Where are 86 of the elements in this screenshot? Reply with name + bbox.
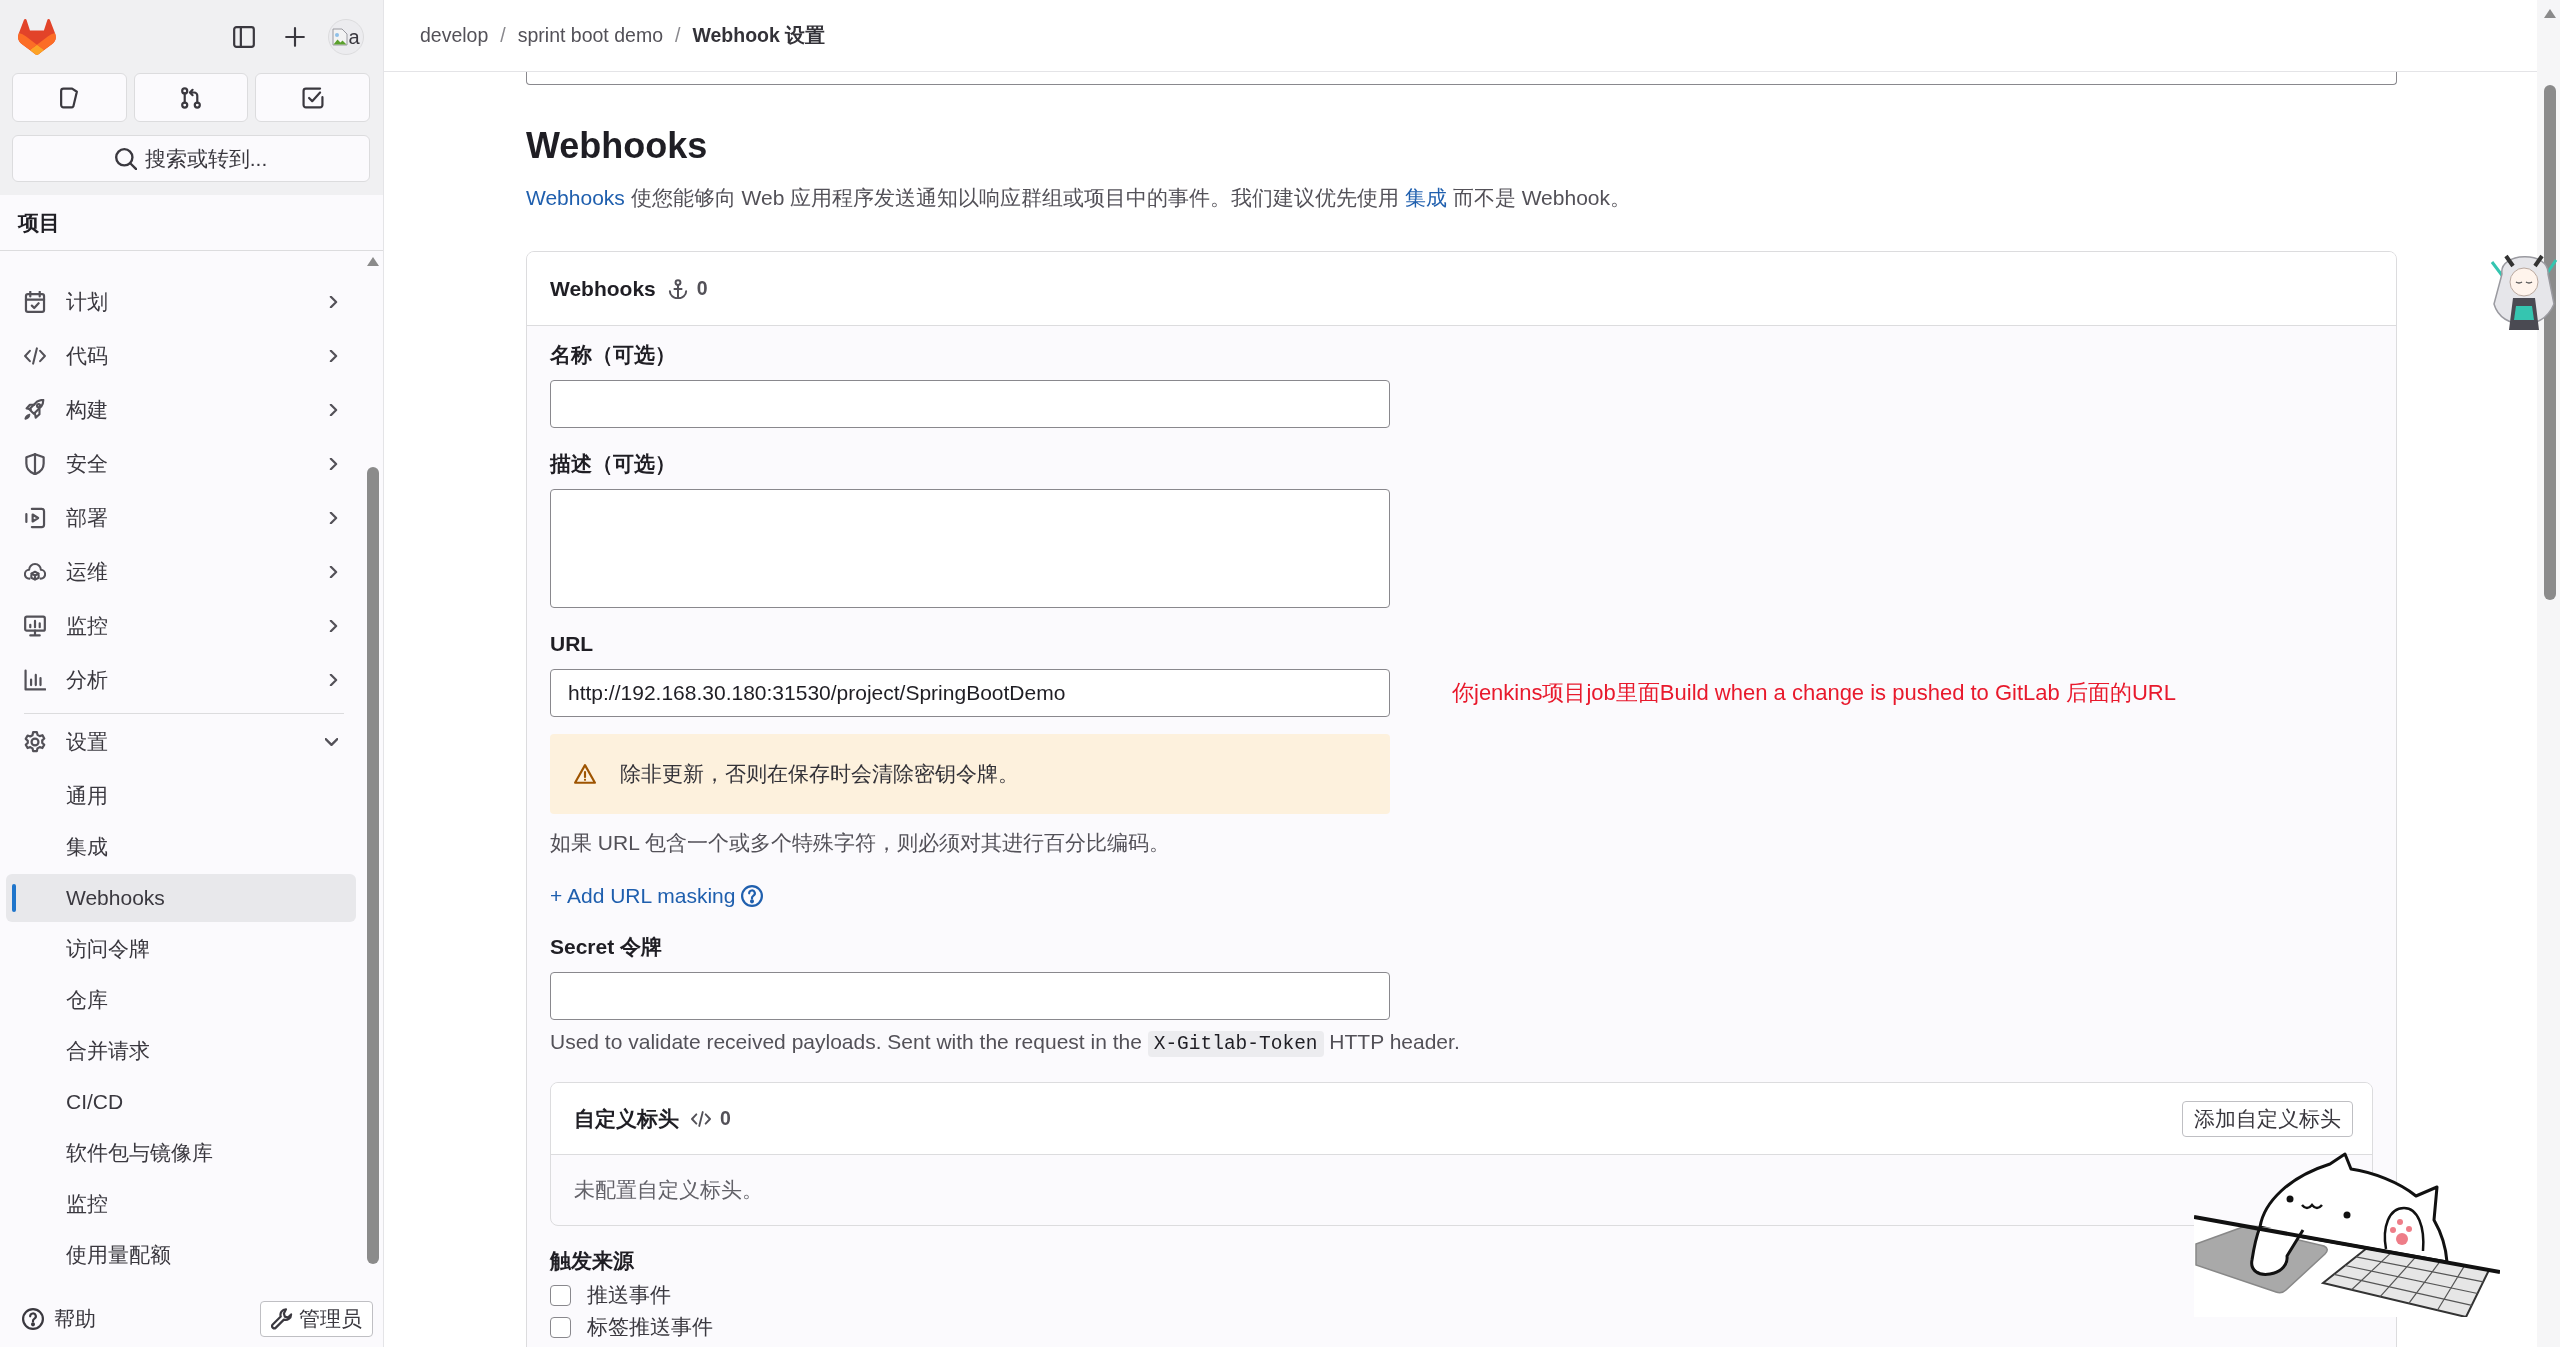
scroll-up-arrow-icon[interactable]: [2544, 9, 2556, 18]
breadcrumb-link[interactable]: develop: [420, 24, 489, 47]
section-label: 触发来源: [550, 1248, 635, 1274]
panel-icon: [233, 26, 255, 48]
nav-item[interactable]: 监控: [6, 599, 356, 653]
breadcrumb-link[interactable]: sprint boot demo: [517, 24, 663, 47]
checkbox-label: 推送事件: [587, 1282, 671, 1308]
bar-chart-icon: [24, 669, 46, 691]
alert-text: 除非更新，否则在保存时会清除密钥令牌。: [620, 761, 1019, 787]
panel-title: 自定义标头: [574, 1105, 679, 1132]
document-icon: [58, 86, 81, 109]
checkbox-label: 标签推送事件: [587, 1314, 713, 1340]
scroll-up-arrow-icon[interactable]: [367, 257, 379, 266]
nav-item[interactable]: 安全: [6, 437, 356, 491]
section-heading: 项目: [0, 195, 383, 251]
nav-item[interactable]: 运维: [6, 545, 356, 599]
issues-button[interactable]: [12, 73, 127, 122]
nav-item[interactable]: 构建: [6, 383, 356, 437]
nav-subitem[interactable]: 通用: [6, 772, 356, 820]
calendar-icon: [24, 291, 46, 313]
help-icon: [741, 885, 764, 907]
breadcrumb-separator: /: [500, 24, 506, 47]
code-icon: [691, 1108, 711, 1129]
card-title: Webhooks: [550, 276, 656, 301]
name-input[interactable]: [550, 380, 1390, 428]
help-icon: [22, 1307, 44, 1330]
secret-input[interactable]: [550, 972, 1390, 1020]
field-label: 名称（可选）: [550, 342, 677, 368]
url-hint-text: 如果 URL 包含一个或多个特殊字符，则必须对其进行百分比编码。: [550, 830, 1171, 856]
anchor-icon: [667, 278, 688, 299]
nav-subitem[interactable]: Webhooks: [6, 874, 356, 922]
settings-icon: [24, 731, 46, 753]
checkbox[interactable]: [550, 1284, 571, 1306]
secret-hint-text: Used to validate received payloads. Sent with the request in the X-Gitlab-Token HTTP header.: [550, 1029, 1461, 1059]
logo-icon[interactable]: [18, 19, 56, 55]
shield-icon: [24, 453, 46, 475]
cloud-icon: [24, 561, 46, 583]
nav-item[interactable]: 部署: [6, 491, 356, 545]
add-custom-header-button[interactable]: 添加自定义标头: [2182, 1100, 2353, 1137]
nav-item[interactable]: 代码: [6, 329, 356, 383]
page-title: Webhooks: [526, 124, 709, 168]
nav-subitem[interactable]: 监控: [6, 1180, 356, 1228]
intro-text: Webhooks 使您能够向 Web 应用程序发送通知以响应群组或项目中的事件。我们建议优先使用 集成 而不是 Webhook。: [526, 185, 1632, 211]
deploy-icon: [24, 507, 46, 529]
breadcrumb-current: Webhook 设置: [692, 23, 826, 48]
admin-button[interactable]: 管理员: [260, 1300, 373, 1337]
search-icon: [114, 147, 137, 170]
annotation-text: 你jenkins项目job里面Build when a change is pushed to GitLab 后面的URL: [1452, 679, 2176, 707]
header-count: 0: [720, 1107, 731, 1130]
plus-icon: [285, 27, 305, 47]
nav-item[interactable]: 分析: [6, 653, 356, 707]
empty-state-text: 未配置自定义标头。: [574, 1177, 763, 1203]
url-input[interactable]: http://192.168.30.180:31530/project/SpringBootDemo: [550, 669, 1390, 717]
add-url-masking-link[interactable]: + Add URL masking: [550, 881, 764, 911]
nav-subitem[interactable]: 合并请求: [6, 1027, 356, 1075]
field-label: 描述（可选）: [550, 451, 677, 477]
inline-link[interactable]: 集成: [1405, 186, 1447, 209]
nav-subitem[interactable]: 集成: [6, 823, 356, 871]
checkbox[interactable]: [550, 1316, 571, 1338]
webhook-count: 0: [696, 277, 708, 300]
nav-subitem[interactable]: CI/CD: [6, 1078, 356, 1126]
scrollbar-thumb[interactable]: [2544, 85, 2556, 600]
monitor-icon: [24, 615, 46, 637]
merge-request-icon: [180, 86, 202, 109]
breadcrumb-separator: /: [675, 24, 681, 47]
code-icon: [24, 345, 46, 367]
nav-item[interactable]: 设置: [6, 715, 356, 769]
check-square-icon: [301, 86, 324, 109]
broken-image-icon: [332, 28, 349, 46]
todo-button[interactable]: [255, 73, 370, 122]
wrench-icon: [271, 1307, 293, 1330]
avatar-button[interactable]: a: [328, 19, 364, 55]
nav-subitem[interactable]: 使用量配额: [6, 1231, 356, 1279]
nav-subitem[interactable]: 访问令牌: [6, 925, 356, 973]
rocket-icon: [24, 399, 46, 421]
nav-subitem[interactable]: 仓库: [6, 976, 356, 1024]
help-link[interactable]: 帮助: [22, 1304, 96, 1333]
nav-item[interactable]: 计划: [6, 275, 356, 329]
nav-subitem[interactable]: 软件包与镜像库: [6, 1129, 356, 1177]
merge-requests-button[interactable]: [133, 73, 249, 122]
field-label: Secret 令牌: [550, 934, 664, 960]
search-button[interactable]: 搜索或转到...: [12, 135, 370, 182]
warning-icon: [574, 764, 596, 784]
field-label: URL: [550, 631, 595, 657]
inline-link[interactable]: Webhooks: [526, 186, 625, 209]
scrollbar-thumb[interactable]: [367, 467, 379, 1264]
